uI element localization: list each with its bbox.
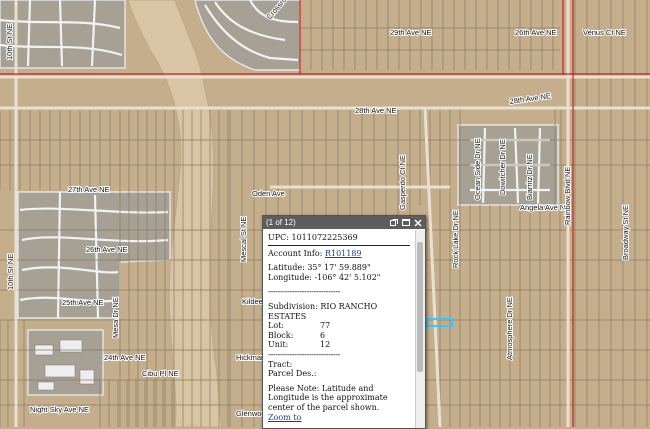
- street-label: Ocean Side Dr NE: [473, 138, 482, 200]
- longitude-value: -106° 42' 5.102": [314, 272, 381, 282]
- longitude-row: Longitude: -106° 42' 5.102": [268, 273, 410, 283]
- street-label: 27th Ave NE: [68, 185, 110, 194]
- street-label: 25th Ave NE: [62, 298, 104, 307]
- street-label: 10th St NE: [5, 24, 14, 60]
- location-note: Please Note: Latitude and Longitude is t…: [268, 383, 388, 412]
- latitude-row: Latitude: 35° 17' 59.889": [268, 263, 410, 273]
- maximize-icon[interactable]: [401, 218, 410, 227]
- popup-header: (1 of 12): [263, 216, 425, 229]
- latitude-value: 35° 17' 59.889": [307, 263, 371, 273]
- subdivision-label: Subdivision:: [268, 301, 318, 311]
- street-label: 29th Ave NE: [390, 28, 432, 37]
- street-label: 28th Ave NE: [355, 106, 397, 115]
- zoom-to-link[interactable]: Zoom to: [268, 413, 301, 422]
- street-label: Mescal St NE: [239, 217, 248, 262]
- upc-row: UPC: 1011072225369: [268, 233, 410, 243]
- upc-value: 1011072225369: [291, 233, 358, 242]
- street-label: 10th St NE: [6, 254, 15, 290]
- street-label: Venus Ct NE: [583, 28, 626, 37]
- block-value: 6: [320, 330, 326, 340]
- unit-label: Unit:: [268, 340, 289, 350]
- unit-value: 12: [320, 340, 331, 350]
- parcel-info-popup: (1 of 12) UPC: 1011072225369 Account Inf…: [262, 215, 426, 429]
- street-label: Mesa Dr NE: [111, 297, 120, 338]
- parcel-des-label: Parcel Des.:: [268, 369, 317, 379]
- popup-scrollbar[interactable]: [415, 230, 425, 428]
- street-label: Night Sky Ave NE: [30, 405, 89, 414]
- street-label: Oden Ave: [252, 189, 285, 198]
- street-label: Broadway St NE: [621, 205, 630, 260]
- account-link[interactable]: R101189: [325, 249, 362, 258]
- latitude-label: Latitude:: [268, 263, 305, 273]
- popup-content: UPC: 1011072225369 Account Info: R101189…: [263, 230, 415, 428]
- street-label: 24th Ave NE: [104, 353, 146, 362]
- street-label: Dowitcher Dr NE: [498, 139, 507, 195]
- street-label: 26th Ave NE: [515, 28, 557, 37]
- street-label: Rainbow Blvd NE: [563, 167, 572, 225]
- selected-parcel-highlight[interactable]: [426, 318, 453, 327]
- unit-row: Unit: 12: [268, 340, 410, 350]
- scrollbar-thumb[interactable]: [417, 242, 423, 372]
- lot-row: Lot: 77: [268, 321, 410, 331]
- street-label: 26th Ave NE: [86, 245, 128, 254]
- lot-label: Lot:: [268, 321, 285, 331]
- block-row: Block: 6: [268, 331, 410, 341]
- street-label: Hickman: [236, 353, 265, 362]
- account-label: Account Info:: [268, 248, 323, 258]
- street-label: Cibu Pl NE: [142, 369, 179, 378]
- street-label: Kildee: [242, 297, 263, 306]
- separator: ------------------------------: [268, 287, 341, 297]
- longitude-label: Longitude:: [268, 272, 312, 282]
- subdivision-row: Subdivision: RIO RANCHO ESTATES: [268, 302, 410, 321]
- tract-label: Tract:: [268, 359, 293, 369]
- divider: [268, 244, 410, 246]
- block-label: Block:: [268, 330, 294, 340]
- feature-counter[interactable]: (1 of 12): [266, 218, 386, 227]
- street-label: Rock Lake Dr NE: [451, 210, 460, 268]
- street-label: Atmosphere Dr NE: [505, 297, 514, 360]
- lot-value: 77: [320, 321, 331, 331]
- upc-label: UPC:: [268, 233, 289, 242]
- street-label: Gasperdo Ct NE: [398, 155, 407, 210]
- close-icon[interactable]: [413, 218, 422, 227]
- account-row: Account Info: R101189: [268, 249, 410, 259]
- restore-icon[interactable]: [389, 218, 398, 227]
- separator: ------------------------------: [268, 349, 341, 359]
- street-label: Biarritz Dr NE: [525, 154, 534, 200]
